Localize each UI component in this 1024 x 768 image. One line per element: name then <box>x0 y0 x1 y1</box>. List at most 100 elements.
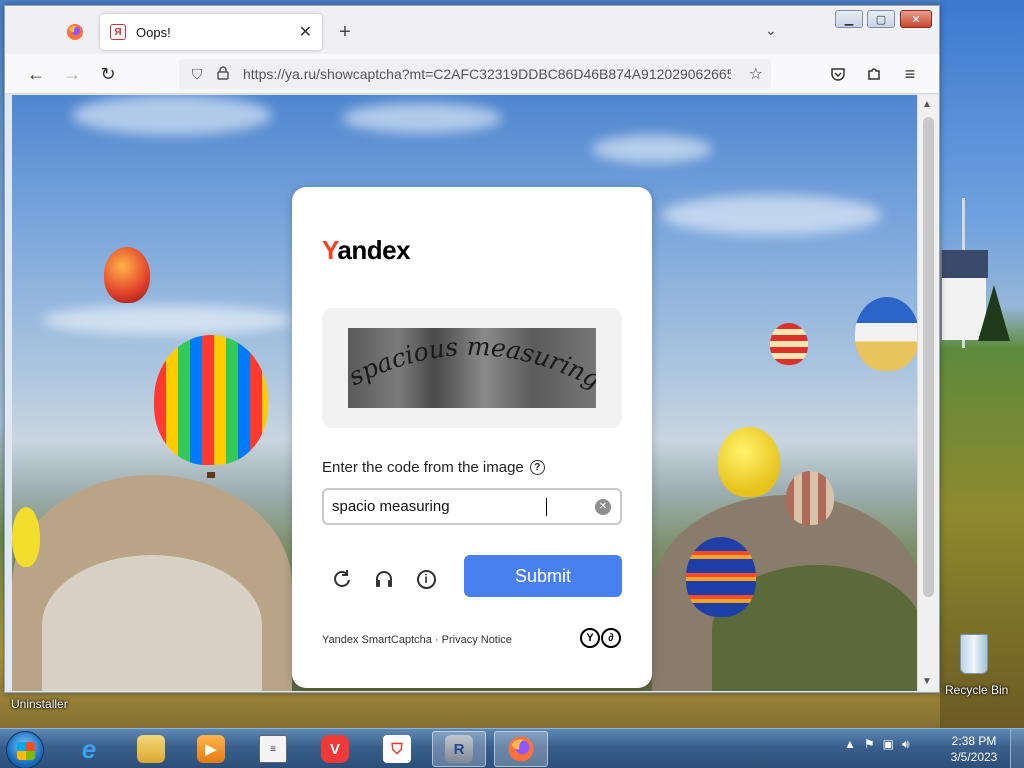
logo-y: Y <box>322 235 338 265</box>
headphones-icon <box>376 571 392 587</box>
scroll-up-icon[interactable]: ▲ <box>922 99 932 110</box>
volume-icon[interactable]: 🔊︎ <box>902 737 910 752</box>
page-scrollbar[interactable]: ▲ ▼ <box>917 95 939 691</box>
action-center-flag-icon[interactable]: ⚑ <box>864 737 875 752</box>
hot-air-balloon <box>104 247 150 303</box>
network-icon[interactable]: ▣ <box>883 737 894 752</box>
yandex-favicon-icon: Я <box>110 24 126 40</box>
input-value[interactable]: spacio measuring <box>332 498 595 515</box>
reload-button[interactable]: ↻ <box>95 62 121 86</box>
cloud <box>72 95 272 135</box>
firefox-icon <box>508 736 534 762</box>
logo-curl-circle: ∂ <box>601 628 621 648</box>
text-cursor <box>546 498 547 516</box>
captcha-footer[interactable]: Yandex SmartCaptcha · Privacy Notice <box>322 634 512 646</box>
captcha-text: spacious measuring <box>348 332 596 394</box>
captcha-answer-input[interactable]: spacio measuring ✕ <box>322 488 622 525</box>
tab-title: Oops! <box>136 24 171 40</box>
hot-air-balloon <box>12 507 40 567</box>
clock-date: 3/5/2023 <box>950 750 998 764</box>
installer-icon: R <box>445 735 473 763</box>
list-all-tabs-icon[interactable]: ⌄ <box>765 22 777 39</box>
captcha-image: spacious measuring <box>348 328 596 408</box>
close-tab-icon[interactable]: ✕ <box>299 22 312 42</box>
refresh-captcha-button[interactable] <box>330 567 354 591</box>
hot-air-balloon <box>686 537 756 617</box>
vivaldi-icon: V <box>321 735 349 763</box>
show-hidden-icons-icon[interactable]: ▲ <box>844 737 856 752</box>
taskbar-internet-explorer[interactable]: e <box>62 731 116 767</box>
taskbar-notepad[interactable]: ≡ <box>246 731 300 767</box>
logo-rest: andex <box>337 235 411 265</box>
taskbar-explorer[interactable] <box>124 731 178 767</box>
folder-icon <box>137 735 165 763</box>
hot-air-balloon <box>855 297 917 371</box>
navigation-toolbar: ← → ↻ ⛉ https://ya.ru/showcaptcha?mt=C2A… <box>5 54 939 94</box>
pocket-icon <box>831 68 845 81</box>
taskbar-brave[interactable]: ⛉ <box>370 731 424 767</box>
url-text[interactable]: https://ya.ru/showcaptcha?mt=C2AFC32319D… <box>243 66 731 82</box>
hot-air-balloon <box>770 323 808 365</box>
minimize-button[interactable]: ▁ <box>835 10 863 28</box>
bookmark-star-icon[interactable]: ☆ <box>749 64 763 84</box>
new-tab-button[interactable]: + <box>333 20 357 44</box>
clock-time: 2:38 PM <box>951 734 997 748</box>
logo-y-circle: Y <box>580 628 600 648</box>
info-button[interactable]: i <box>414 567 438 591</box>
system-tray: ▲ ⚑ ▣ 🔊︎ <box>844 737 910 752</box>
cloud <box>592 135 712 163</box>
pocket-button[interactable] <box>825 62 851 86</box>
rock-formation <box>42 555 262 691</box>
taskbar-vivaldi[interactable]: V <box>308 731 362 767</box>
yandex-logo: Yandex <box>322 235 411 266</box>
taskbar-firefox[interactable] <box>494 731 548 767</box>
notepad-icon: ≡ <box>259 735 287 763</box>
lock-icon[interactable] <box>213 65 233 83</box>
address-bar[interactable]: ⛉ https://ya.ru/showcaptcha?mt=C2AFC3231… <box>179 59 771 89</box>
captcha-prompt: Enter the code from the image ? <box>322 459 545 476</box>
audio-captcha-button[interactable] <box>372 567 396 591</box>
desktop-wallpaper <box>940 0 1024 728</box>
back-button[interactable]: ← <box>23 62 49 86</box>
firefox-view-tab[interactable] <box>53 14 97 50</box>
puzzle-icon <box>868 68 880 80</box>
taskbar-media-player[interactable]: ▶ <box>184 731 238 767</box>
submit-button[interactable]: Submit <box>464 555 622 597</box>
start-button[interactable] <box>6 731 44 768</box>
refresh-icon <box>334 570 350 587</box>
hot-air-balloon <box>786 471 834 525</box>
tab-oops[interactable]: Я Oops! ✕ <box>100 14 322 50</box>
info-icon: i <box>416 569 436 589</box>
close-window-button[interactable]: ✕ <box>900 10 932 28</box>
show-desktop-button[interactable] <box>1010 729 1024 768</box>
media-player-icon: ▶ <box>197 735 225 763</box>
scroll-down-icon[interactable]: ▼ <box>922 676 932 687</box>
captcha-card: Yandex spacious measuring Enter the code… <box>292 187 652 688</box>
taskbar: e ▶ ≡ V ⛉ R ▲ ⚑ ▣ 🔊︎ 2:38 PM 3/5/2023 <box>0 728 1024 768</box>
uninstaller-desktop-label[interactable]: Uninstaller <box>11 697 68 711</box>
wallpaper-tree <box>978 285 1010 341</box>
svg-text:spacious measuring: spacious measuring <box>348 332 596 394</box>
browser-window: Я Oops! ✕ + ⌄ ▁ ▢ ✕ ← → ↻ ⛉ https://ya.r… <box>4 5 940 693</box>
recycle-bin-icon[interactable] <box>954 630 994 676</box>
taskbar-installer[interactable]: R <box>432 731 486 767</box>
forward-button[interactable]: → <box>59 62 85 86</box>
extensions-button[interactable] <box>861 62 887 86</box>
hot-air-balloon <box>718 427 780 497</box>
cloud <box>342 103 502 133</box>
menu-button[interactable]: ≡ <box>897 62 923 86</box>
smartcaptcha-logo: Y ∂ <box>580 628 621 648</box>
cloud <box>42 305 292 335</box>
cloud <box>662 195 882 235</box>
balloon-basket <box>207 472 215 478</box>
tab-strip: Я Oops! ✕ + ⌄ ▁ ▢ ✕ <box>5 6 939 54</box>
help-icon[interactable]: ? <box>529 460 545 475</box>
page-content: Yandex spacious measuring Enter the code… <box>12 95 917 691</box>
scrollbar-thumb[interactable] <box>923 117 934 597</box>
hot-air-balloon <box>154 335 268 465</box>
taskbar-clock[interactable]: 2:38 PM 3/5/2023 <box>948 733 1000 765</box>
maximize-button[interactable]: ▢ <box>867 10 895 28</box>
recycle-bin-label[interactable]: Recycle Bin <box>945 683 1008 697</box>
tracking-shield-icon[interactable]: ⛉ <box>187 66 207 83</box>
clear-input-icon[interactable]: ✕ <box>595 498 611 515</box>
